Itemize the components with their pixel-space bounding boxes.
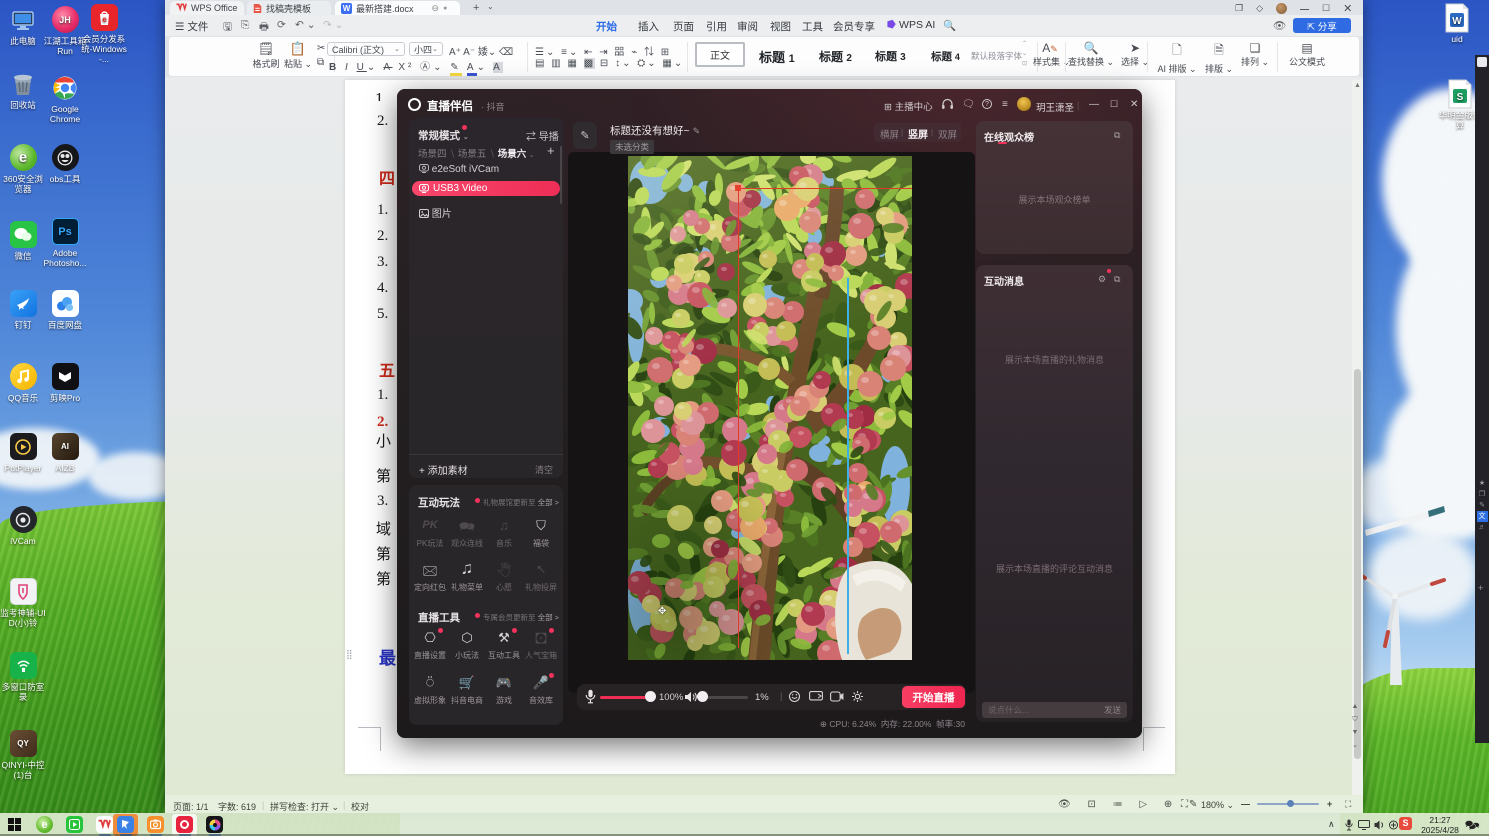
svg-text:W: W <box>1452 16 1462 27</box>
svg-text:S: S <box>1457 92 1464 103</box>
svg-text:e: e <box>102 15 107 24</box>
